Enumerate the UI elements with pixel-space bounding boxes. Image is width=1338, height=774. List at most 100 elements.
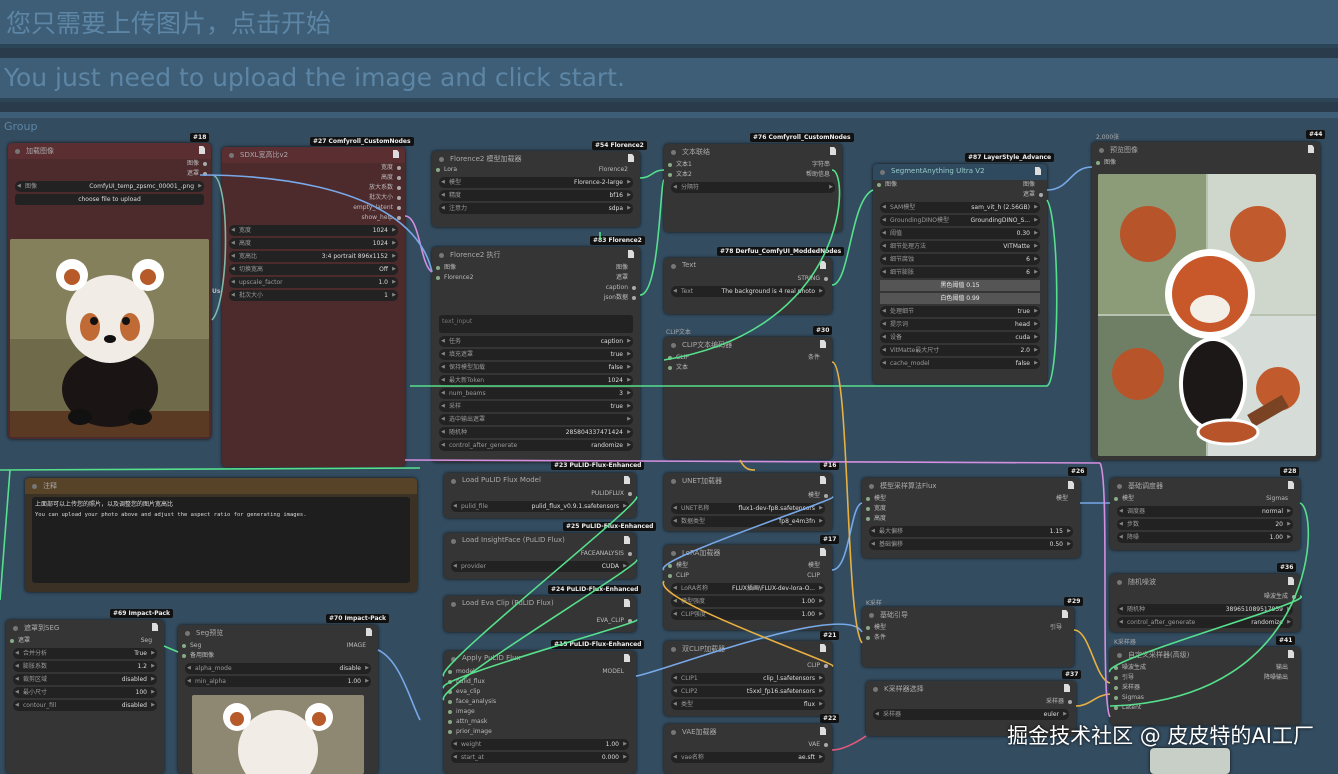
input-clip[interactable]: CLIP 条件 [664,353,832,363]
lora-loader-node[interactable]: LoRA加载器 模型模型 CLIPCLIP LoRA名称FLUX插画\FLUX-… [664,545,832,630]
upload-button[interactable]: choose file to upload [15,194,204,205]
preview-image-node[interactable]: 预览图像 图像 [1092,142,1320,460]
input-clip[interactable]: CLIP CLIP [664,571,832,581]
lora-name-widget[interactable]: LoRA名称FLUX插画\FLUX-dev-lora-O... [671,583,825,594]
dtype-widget[interactable]: 数据类型fp8_e4m3fn [671,516,825,527]
sam-model-widget[interactable]: SAM模型sam_vit_h (2.56GB) [880,202,1040,213]
input-model[interactable]: 模型 模型 [664,561,832,571]
unet-name-widget[interactable]: UNET名称flux1-dev-fp8.safetensors [671,503,825,514]
black-threshold-slider[interactable]: 黑色阈值 0.15 [880,280,1040,291]
max-shift-widget[interactable]: 最大偏移1.15 [869,526,1073,537]
output-evaclip[interactable]: EVA_CLIP [444,616,636,626]
input-model[interactable]: model MODEL [444,667,636,677]
swap-widget[interactable]: 切换宽高Off [229,264,398,275]
device-widget[interactable]: 设备cuda [880,332,1040,343]
model-widget[interactable]: 模型Florence-2-large [439,177,633,188]
vae-name-widget[interactable]: vae名称ae.sft [671,752,825,763]
vitmatte-widget[interactable]: VitMatte最大尺寸2.0 [880,345,1040,356]
seed-widget[interactable]: 随机种285804337471424 [439,427,633,438]
prompt-widget[interactable]: 提示词head [880,319,1040,330]
clip-encode-node[interactable]: CLIP文本编码器 CLIP 条件 文本 [664,337,832,459]
input-conditioning[interactable]: 条件 [862,633,1074,643]
steps-widget[interactable]: 步数20 [1117,519,1293,530]
custom-sampler-node[interactable]: 自定义采样器(高级) 噪波生成 输出 引导 降噪输出 采样器 Sigmas Late… [1110,647,1300,725]
alpha-mode-widget[interactable]: alpha_modedisable [185,663,371,674]
image-select[interactable]: 图像ComfyUI_temp_zpsmc_00001_.png [15,181,204,192]
output-batch[interactable]: 批次大小 [222,193,405,203]
input-model[interactable]: 模型 模型 [862,494,1080,504]
sdxl-aspect-node[interactable]: SDXL宽高比v2 宽度 高度 放大系数 批次大小 empty_latent s… [222,147,405,467]
cache-widget[interactable]: cache_modelfalse [880,358,1040,369]
input-sigmas[interactable]: Sigmas [1110,693,1300,703]
threshold-widget[interactable]: 阈值0.30 [880,228,1040,239]
output-caption[interactable]: caption [432,283,640,293]
clip1-widget[interactable]: CLIP1clip_l.safetensors [671,673,825,684]
input-attn-mask[interactable]: attn_mask [444,717,636,727]
text-widget[interactable]: TextThe background is 4 real photo [671,286,825,297]
output-latent[interactable]: empty_latent [222,203,405,213]
input-model[interactable]: 模型 引导 [862,623,1074,633]
keep-model-widget[interactable]: 保持模型加载false [439,362,633,373]
basic-scheduler-node[interactable]: 基础调度器 模型Sigmas 调度器normal 步数20 降噪1.00 [1110,478,1300,550]
white-threshold-slider[interactable]: 白色阈值 0.99 [880,293,1040,304]
input-prior-image[interactable]: prior_image [444,727,636,737]
input-height[interactable]: 高度 [862,514,1080,524]
dino-model-widget[interactable]: GroundingDINO模型GroundingDINO_S... [880,215,1040,226]
denoise-widget[interactable]: 降噪1.00 [1117,532,1293,543]
basic-guider-node[interactable]: 基础引导 模型 引导 条件 [862,607,1074,667]
note-text-area[interactable]: 上面部可以上传您的照片，以及调整您的图片宽高比 You can upload yo… [32,497,410,583]
input-fallback-image[interactable]: 备用图像 [178,651,378,661]
text-input-area[interactable]: text_input [439,315,633,333]
florence-loader-node[interactable]: Florence2 模型加载器 LoraFlorence2 模型Florence… [432,151,640,227]
florence-run-node[interactable]: Florence2 执行 图像 图像 Florence2 遮罩 caption js… [432,247,640,462]
sampler-widget[interactable]: 采样器euler [873,709,1069,720]
output-image[interactable]: 图像 [8,159,211,169]
segment-anything-node[interactable]: SegmentAnything Ultra V2 图像图像 遮罩 SAM模型sa… [873,164,1047,384]
input-noise[interactable]: 噪波生成 输出 [1110,663,1300,673]
max-token-widget[interactable]: 最大新Token1024 [439,375,633,386]
output-mask[interactable]: 遮罩 [873,190,1047,200]
input-lora[interactable]: Lora Florence2 [432,165,640,175]
output-width[interactable]: 宽度 [222,163,405,173]
erode-widget[interactable]: 细节腐蚀6 [880,254,1040,265]
output-json[interactable]: json数据 [432,293,640,303]
upscale-widget[interactable]: upscale_factor1.0 [229,277,398,288]
clip-strength-widget[interactable]: CLIP强度1.00 [671,609,825,620]
input-text[interactable]: 文本 [664,363,832,373]
note-node[interactable]: 注释 上面部可以上传您的照片，以及调整您的图片宽高比 You can upload… [25,478,417,592]
unet-loader-node[interactable]: UNET加载器 模型 UNET名称flux1-dev-fp8.safetenso… [664,473,832,531]
input-florence[interactable]: Florence2 遮罩 [432,273,640,283]
detail-method-widget[interactable]: 细节处理方法VITMatte [880,241,1040,252]
separator-widget[interactable]: 分隔符 [671,182,835,193]
batch-widget[interactable]: 批次大小1 [229,290,398,301]
min-size-widget[interactable]: 最小尺寸100 [13,687,157,698]
ratio-widget[interactable]: 宽高比3:4 portrait 896x1152 [229,251,398,262]
insightface-node[interactable]: Load InsightFace (PuLID Flux) FACEANALYS… [444,533,636,579]
text-concat-node[interactable]: 文本联结 文本1字符串 文本2帮助信息 分隔符 [664,144,842,232]
input-image[interactable]: 图像 [1092,158,1320,168]
sample-widget[interactable]: 采样true [439,401,633,412]
dilate-widget[interactable]: 细节膨胀6 [880,267,1040,278]
input-image[interactable]: image [444,707,636,717]
crop-region-widget[interactable]: 裁剪区域disabled [13,674,157,685]
input-model[interactable]: 模型 Sigmas [1110,494,1300,504]
clip2-widget[interactable]: CLIP2t5xxl_fp16.safetensors [671,686,825,697]
dual-clip-node[interactable]: 双CLIP加载器 CLIP CLIP1clip_l.safetensors CL… [664,641,832,716]
output-help[interactable]: show_help [222,213,405,223]
text-node[interactable]: Text STRING TextThe background is 4 real… [664,258,832,314]
model-strength-widget[interactable]: 模型强度1.00 [671,596,825,607]
eva-clip-node[interactable]: Load Eva Clip (PuLID Flux) EVA_CLIP [444,596,636,632]
width-widget[interactable]: 宽度1024 [229,225,398,236]
combine-widget[interactable]: 合并分析True [13,648,157,659]
min-alpha-widget[interactable]: min_alpha1.00 [185,676,371,687]
attention-widget[interactable]: 注意力sdpa [439,203,633,214]
input-latent[interactable]: Latent [1110,703,1300,713]
dilation-widget[interactable]: 膨胀系数1.2 [13,661,157,672]
output-vae[interactable]: VAE [664,740,832,750]
mask-to-seg-node[interactable]: 遮罩到SEG 遮罩Seg 合并分析True 膨胀系数1.2 裁剪区域disabl… [6,620,164,774]
output-sampler[interactable]: 采样器 [866,697,1076,707]
output-clip[interactable]: CLIP [664,661,832,671]
precision-widget[interactable]: 精度bf16 [439,190,633,201]
input-guider[interactable]: 引导 降噪输出 [1110,673,1300,683]
pulid-file-widget[interactable]: pulid_filepulid_flux_v0.9.1.safetensors [451,501,629,512]
